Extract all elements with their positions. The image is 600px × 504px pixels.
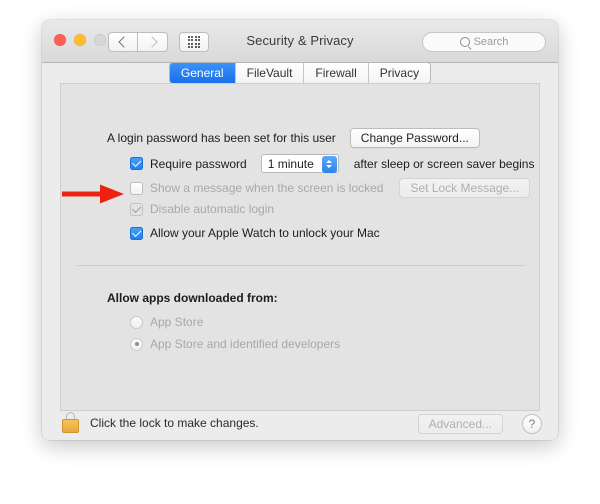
- search-field[interactable]: Search: [422, 32, 546, 52]
- change-password-button[interactable]: Change Password...: [349, 128, 480, 148]
- set-lock-message-button: Set Lock Message...: [399, 178, 531, 198]
- allow-apps-heading: Allow apps downloaded from:: [107, 291, 278, 305]
- tab-privacy[interactable]: Privacy: [367, 63, 431, 83]
- apple-watch-label: Allow your Apple Watch to unlock your Ma…: [150, 226, 380, 240]
- require-password-delay-value: 1 minute: [267, 156, 314, 171]
- require-password-delay-select[interactable]: 1 minute: [260, 154, 339, 173]
- stepper-icon[interactable]: [321, 155, 337, 173]
- show-lock-message-row: Show a message when the screen is locked…: [130, 178, 531, 198]
- show-lock-message-label: Show a message when the screen is locked: [150, 181, 384, 195]
- section-divider: [77, 265, 525, 266]
- login-password-text: A login password has been set for this u…: [107, 131, 336, 145]
- tab-bar: General FileVault Firewall Privacy: [42, 62, 558, 84]
- identified-developers-radio: [130, 337, 143, 351]
- app-store-radio: [130, 315, 143, 329]
- help-button[interactable]: ?: [522, 414, 542, 434]
- search-icon: [459, 37, 470, 47]
- require-password-checkbox[interactable]: [130, 157, 143, 170]
- lock-hint-text: Click the lock to make changes.: [90, 416, 259, 430]
- allow-apps-option-app-store: App Store: [130, 315, 203, 329]
- allow-apps-option-identified-developers: App Store and identified developers: [130, 337, 340, 351]
- disable-auto-login-row: Disable automatic login: [130, 202, 274, 216]
- window-titlebar: Security & Privacy Search: [42, 20, 558, 63]
- tab-general[interactable]: General: [169, 63, 235, 83]
- search-placeholder: Search: [473, 36, 509, 48]
- stepper-down-icon: [326, 165, 333, 168]
- show-lock-message-checkbox: [130, 181, 143, 195]
- require-password-suffix: after sleep or screen saver begins: [353, 156, 535, 171]
- general-settings-panel: A login password has been set for this u…: [60, 83, 540, 411]
- tab-firewall[interactable]: Firewall: [303, 63, 368, 83]
- system-preferences-window: Security & Privacy Search General FileVa…: [42, 20, 558, 440]
- identified-developers-label: App Store and identified developers: [150, 337, 341, 351]
- checkmark-icon: [131, 157, 141, 168]
- lock-closed-icon[interactable]: [62, 412, 79, 433]
- disable-auto-login-checkbox: [130, 202, 143, 216]
- login-password-row: A login password has been set for this u…: [107, 128, 480, 148]
- advanced-button: Advanced...: [417, 414, 503, 434]
- app-store-label: App Store: [150, 315, 204, 329]
- tab-filevault[interactable]: FileVault: [234, 63, 304, 83]
- checkmark-icon: [131, 203, 141, 213]
- screen: Security & Privacy Search General FileVa…: [0, 0, 600, 504]
- checkmark-icon: [131, 227, 141, 237]
- stepper-up-icon: [326, 160, 333, 163]
- require-password-label: Require password: [150, 156, 247, 171]
- window-footer: Click the lock to make changes. Advanced…: [42, 411, 558, 440]
- require-password-row: Require password 1 minute after sleep or…: [130, 154, 534, 173]
- apple-watch-checkbox[interactable]: [130, 226, 143, 240]
- apple-watch-row: Allow your Apple Watch to unlock your Ma…: [130, 226, 380, 240]
- disable-auto-login-label: Disable automatic login: [150, 202, 275, 216]
